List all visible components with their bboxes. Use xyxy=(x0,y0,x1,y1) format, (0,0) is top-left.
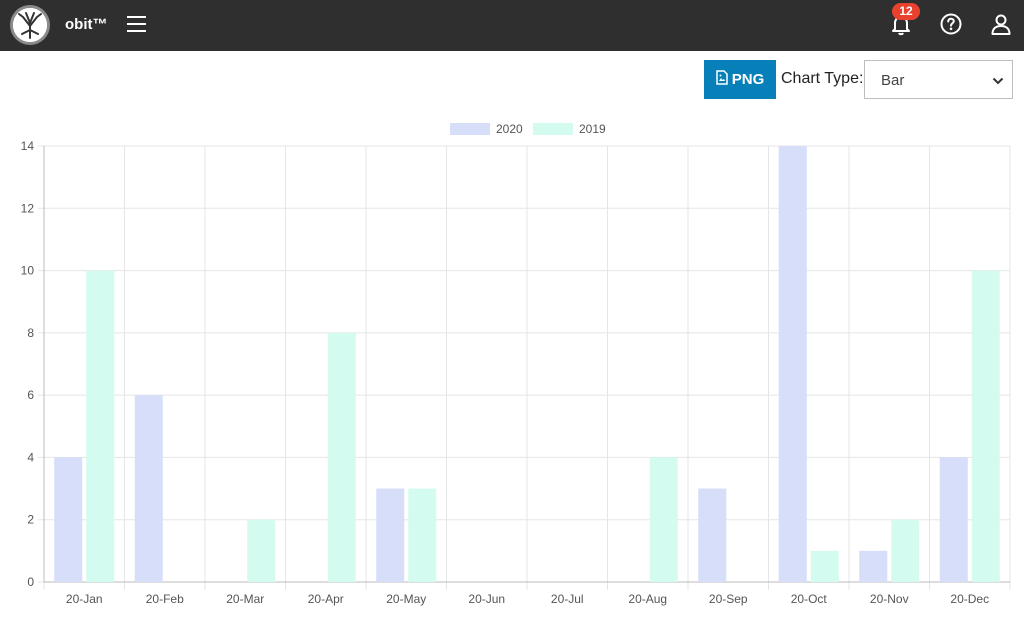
png-export-button[interactable]: PNG xyxy=(704,60,776,99)
x-tick-label: 20-Aug xyxy=(628,592,667,606)
bar-2020-20-Sep xyxy=(698,488,727,582)
x-tick-label: 20-Feb xyxy=(146,592,184,606)
logo-icon[interactable] xyxy=(10,5,50,45)
legend-label: 2019 xyxy=(579,122,606,136)
legend-swatch-2020 xyxy=(450,123,490,135)
chart-type-value: Bar xyxy=(881,72,905,89)
bar-2020-20-Dec xyxy=(939,457,968,582)
chart-type-select[interactable]: Bar xyxy=(864,60,1013,99)
y-tick-label: 8 xyxy=(27,326,34,340)
x-tick-label: 20-Oct xyxy=(791,592,828,606)
bar-2020-20-May xyxy=(376,488,405,582)
bar-2019-20-Aug xyxy=(649,457,678,582)
chevron-down-icon xyxy=(992,74,1004,86)
bar-2020-20-Jan xyxy=(54,457,83,582)
y-tick-label: 10 xyxy=(21,264,35,278)
bar-chart: 0 2 4 6 8 10 12 14 20-Jan 20-Feb 20-Mar 20-Apr 20-Ma… xyxy=(21,122,1011,606)
y-tick-label: 4 xyxy=(27,450,34,464)
top-navbar: obit™ 12 xyxy=(0,0,1024,51)
x-tick-label: 20-Jun xyxy=(468,592,505,606)
x-tick-label: 20-Nov xyxy=(870,592,909,606)
user-icon[interactable] xyxy=(989,12,1013,36)
bar-2019-20-Nov xyxy=(891,519,920,582)
x-tick-label: 20-May xyxy=(386,592,426,606)
bar-2019-20-Dec xyxy=(971,270,1000,582)
x-tick-label: 20-Apr xyxy=(308,592,344,606)
x-tick-label: 20-Sep xyxy=(709,592,748,606)
y-tick-label: 0 xyxy=(27,575,34,589)
x-tick-label: 20-Jul xyxy=(551,592,584,606)
y-tick-label: 14 xyxy=(21,139,35,153)
y-tick-label: 6 xyxy=(27,388,34,402)
hamburger-menu-icon[interactable] xyxy=(127,16,146,32)
legend-label: 2020 xyxy=(496,122,523,136)
bar-2019-20-Mar xyxy=(247,519,276,582)
x-tick-label: 20-Mar xyxy=(226,592,264,606)
y-tick-label: 2 xyxy=(27,513,34,527)
bar-2020-20-Feb xyxy=(134,395,163,582)
notification-badge[interactable]: 12 xyxy=(892,3,920,20)
x-tick-label: 20-Dec xyxy=(950,592,989,606)
bar-2019-20-Apr xyxy=(327,332,356,582)
bar-2020-20-Nov xyxy=(859,550,888,582)
help-icon[interactable] xyxy=(939,12,963,36)
bar-2020-20-Oct xyxy=(778,146,807,582)
bar-2019-20-May xyxy=(408,488,437,582)
y-tick-label: 12 xyxy=(21,201,35,215)
x-tick-label: 20-Jan xyxy=(66,592,103,606)
app-name[interactable]: obit™ xyxy=(65,16,108,33)
file-image-icon xyxy=(715,70,728,89)
bar-2019-20-Oct xyxy=(810,550,839,582)
png-button-label: PNG xyxy=(731,71,765,88)
chart-type-label: Chart Type: xyxy=(781,70,864,87)
legend-swatch-2019 xyxy=(533,123,573,135)
bar-2019-20-Jan xyxy=(86,270,115,582)
